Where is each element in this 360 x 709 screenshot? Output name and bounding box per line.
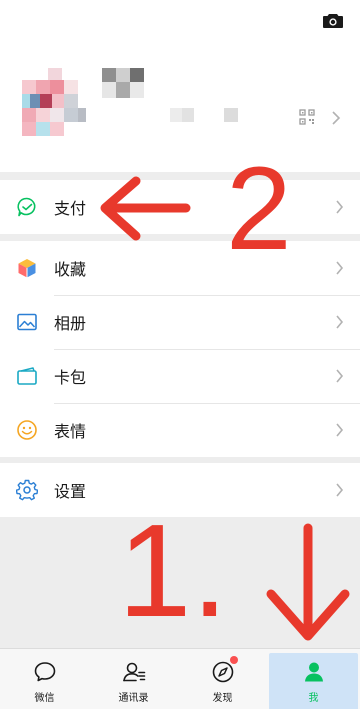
sticker-icon — [17, 420, 37, 440]
menu-item-label: 支付 — [54, 199, 87, 218]
tab-chats[interactable]: 微信 — [0, 649, 89, 709]
me-icon — [304, 662, 323, 682]
menu-item-label: 卡包 — [54, 368, 87, 387]
annotation-step-1: 1. — [118, 497, 229, 644]
tab-label: 微信 — [34, 693, 55, 704]
menu-item-stickers[interactable]: 表情 — [0, 403, 360, 457]
tab-label: 发现 — [212, 693, 233, 704]
chevron-right-icon — [336, 261, 344, 275]
menu-item-pay[interactable]: 支付 — [0, 180, 360, 234]
menu-item-label: 表情 — [54, 422, 87, 441]
profile-header[interactable] — [0, 0, 360, 172]
qr-code-icon[interactable] — [299, 109, 315, 125]
nickname-blurred — [102, 68, 144, 98]
menu-item-favorites[interactable]: 收藏 — [0, 241, 360, 295]
bottom-tab-bar: 微信 通讯录 发现 我 — [0, 648, 360, 709]
menu-item-label: 相册 — [54, 314, 87, 333]
pay-icon — [17, 197, 36, 217]
menu-group-pay: 支付 — [0, 180, 360, 234]
menu-item-album[interactable]: 相册 — [0, 295, 360, 349]
chevron-right-icon — [332, 111, 341, 125]
tab-label: 通讯录 — [118, 693, 149, 704]
menu-item-settings[interactable]: 设置 — [0, 463, 360, 517]
tab-contacts[interactable]: 通讯录 — [89, 649, 178, 709]
notification-dot — [229, 656, 238, 664]
favorites-icon — [18, 259, 36, 278]
chevron-right-icon — [336, 369, 344, 383]
menu-item-label: 收藏 — [54, 260, 87, 279]
chevron-right-icon — [336, 315, 344, 329]
avatar[interactable] — [22, 68, 86, 136]
menu-group-main: 收藏 相册 卡包 表情 — [0, 241, 360, 457]
wechat-id-blurred — [170, 108, 238, 122]
contacts-icon — [122, 662, 145, 682]
chevron-right-icon — [336, 483, 344, 497]
tab-discover[interactable]: 发现 — [178, 649, 267, 709]
menu-group-settings: 设置 — [0, 463, 360, 517]
chevron-right-icon — [336, 200, 344, 214]
settings-icon — [16, 479, 38, 501]
menu-item-card-wallet[interactable]: 卡包 — [0, 349, 360, 403]
camera-icon[interactable] — [322, 13, 344, 29]
tab-label: 我 — [308, 693, 319, 704]
tab-me[interactable]: 我 — [269, 653, 358, 709]
chevron-right-icon — [336, 423, 344, 437]
card-wallet-icon — [17, 367, 37, 385]
annotation-arrow-down — [266, 523, 350, 641]
menu-item-label: 设置 — [54, 482, 87, 501]
chat-icon — [34, 662, 55, 682]
album-icon — [17, 313, 37, 331]
